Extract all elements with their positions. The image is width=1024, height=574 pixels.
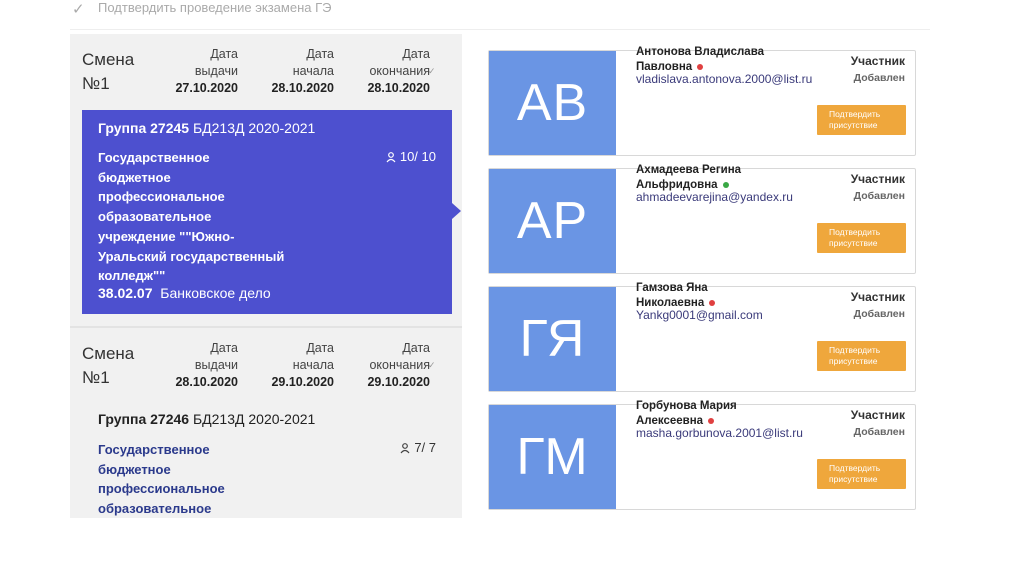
participant-status: Добавлен (853, 72, 905, 84)
confirm-attendance-button[interactable]: Подтвердить присутствие (817, 105, 906, 135)
group-card-selected[interactable]: Группа 27245 БД213Д 2020-2021 10/ 10 Гос… (82, 110, 452, 314)
end-date: Дата окончания 29.10.2020 (367, 341, 430, 389)
participant-email: vladislava.antonova.2000@list.ru (636, 72, 813, 86)
participant-role: Участник (850, 290, 905, 304)
participant-email: Yankg0001@gmail.com (636, 308, 763, 322)
group-title: Группа 27246 БД213Д 2020-2021 (98, 411, 316, 427)
status-dot-icon (709, 299, 716, 306)
confirm-attendance-button[interactable]: Подтвердить присутствие (817, 341, 906, 371)
organization-name: Государственное бюджетное профессиональн… (98, 150, 285, 284)
user-icon (400, 443, 410, 454)
participant-role: Участник (850, 172, 905, 186)
checkmark-icon: ✓ (428, 66, 436, 76)
participant-status: Добавлен (853, 308, 905, 320)
participant-card: ГЯ Гамзова Яна Николаевна Yankg0001@gmai… (488, 282, 916, 392)
status-dot-icon (722, 181, 729, 188)
confirm-attendance-button[interactable]: Подтвердить присутствие (817, 459, 906, 489)
selection-arrow-icon (452, 203, 461, 219)
avatar: ГЯ (489, 287, 616, 391)
participant-name: Ахмадеева Регина Альфридовна (636, 164, 742, 191)
checkmark-icon: ✓ (72, 1, 85, 18)
user-icon (386, 152, 396, 163)
checkmark-icon: ✓ (428, 360, 436, 370)
divider (70, 326, 462, 328)
participant-status: Добавлен (853, 190, 905, 202)
participant-name: Антонова Владислава Павловна (636, 46, 765, 73)
shift-label: Смена №1 (82, 50, 135, 93)
shift-list-panel: Смена №1 Дата выдачи 27.10.2020 Дата нач… (70, 34, 462, 518)
participant-count: 10/ 10 (386, 149, 436, 164)
page-title: Подтвердить проведение экзамена ГЭ (98, 0, 332, 15)
organization-name: Государственное бюджетное профессиональн… (98, 442, 225, 517)
participant-email: masha.gorbunova.2001@list.ru (636, 426, 803, 440)
group-card[interactable]: Группа 27246 БД213Д 2020-2021 7/ 7 Госуд… (82, 404, 452, 518)
avatar: АВ (489, 51, 616, 155)
specialty: 38.02.07 Банковское дело (98, 285, 271, 301)
end-date: Дата окончания 28.10.2020 (367, 47, 430, 95)
status-dot-icon (708, 417, 715, 424)
start-date: Дата начала 29.10.2020 (271, 341, 334, 389)
issue-date: Дата выдачи 28.10.2020 (175, 341, 238, 389)
shift-label: Смена №1 (82, 344, 135, 387)
participant-card: АР Ахмадеева Регина Альфридовна ahmadeev… (488, 164, 916, 274)
participant-role: Участник (850, 54, 905, 68)
participant-role: Участник (850, 408, 905, 422)
participant-name: Гамзова Яна Николаевна (636, 281, 826, 311)
start-date: Дата начала 28.10.2020 (271, 47, 334, 95)
participant-count: 7/ 7 (400, 440, 436, 455)
participant-email: ahmadeevarejina@yandex.ru (636, 190, 793, 204)
avatar: АР (489, 169, 616, 273)
issue-date: Дата выдачи 27.10.2020 (175, 47, 238, 95)
participant-status: Добавлен (853, 426, 905, 438)
participant-name: Горбунова Мария Алексеевна (636, 400, 737, 427)
group-title: Группа 27245 БД213Д 2020-2021 (98, 120, 316, 136)
avatar: ГМ (489, 405, 616, 509)
confirm-attendance-button[interactable]: Подтвердить присутствие (817, 223, 906, 253)
status-dot-icon (697, 63, 704, 70)
participant-card: АВ Антонова Владислава Павловна vladisla… (488, 46, 916, 156)
participant-card: ГМ Горбунова Мария Алексеевна masha.gorb… (488, 400, 916, 510)
